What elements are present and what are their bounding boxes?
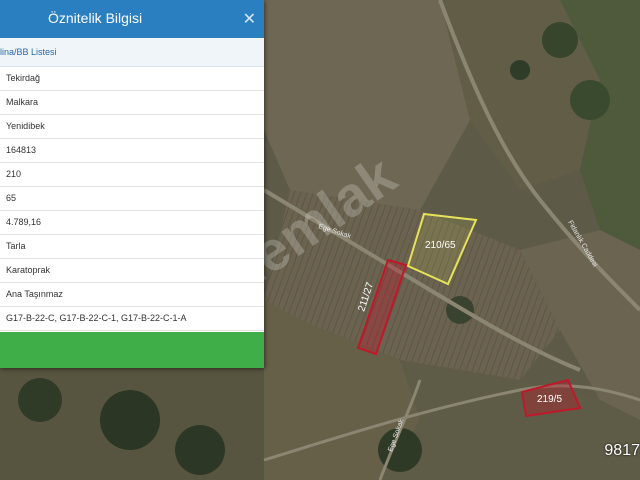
- attribute-value: 210: [6, 169, 22, 179]
- attribute-row: Tekirdağ: [0, 67, 264, 91]
- subheader-label: lina/BB Listesi: [0, 47, 57, 57]
- attribute-value: 164813: [6, 145, 37, 155]
- attribute-row: 4.789,16: [0, 211, 264, 235]
- parcel-label: 210/65: [425, 240, 456, 251]
- tree-cluster: [510, 60, 530, 80]
- attribute-value: 65: [6, 193, 17, 203]
- parcel-label: 219/5: [537, 394, 562, 405]
- attribute-value: Tarla: [6, 241, 26, 251]
- attribute-panel: Öznitelik Bilgisi ✕ lina/BB Listesi Teki…: [0, 0, 264, 368]
- attribute-value: G17-B-22-C, G17-B-22-C-1, G17-B-22-C-1-A: [6, 313, 187, 323]
- attribute-value: Yenidibek: [6, 121, 45, 131]
- attribute-row: 164813: [0, 139, 264, 163]
- panel-title: Öznitelik Bilgisi: [48, 10, 143, 26]
- panel-footer: [0, 332, 264, 368]
- attribute-row: Karatoprak: [0, 259, 264, 283]
- attribute-row: G17-B-22-C, G17-B-22-C-1, G17-B-22-C-1-A: [0, 307, 264, 331]
- tree-cluster: [100, 390, 160, 450]
- attribute-value: Malkara: [6, 97, 39, 107]
- attribute-value: Karatoprak: [6, 265, 51, 275]
- corner-id-text: 9817: [604, 442, 640, 459]
- attribute-row: Ana Taşınmaz: [0, 283, 264, 307]
- attribute-row: 65: [0, 187, 264, 211]
- tree-cluster: [570, 80, 610, 120]
- attribute-value: Ana Taşınmaz: [6, 289, 63, 299]
- panel-header: Öznitelik Bilgisi ✕: [0, 0, 264, 38]
- attribute-row: Yenidibek: [0, 115, 264, 139]
- attribute-row: Tarla: [0, 235, 264, 259]
- attribute-value: 4.789,16: [6, 217, 42, 227]
- panel-subheader[interactable]: lina/BB Listesi: [0, 38, 264, 67]
- attribute-value: Tekirdağ: [6, 73, 41, 83]
- close-icon[interactable]: ✕: [243, 9, 256, 29]
- attribute-row: 210: [0, 163, 264, 187]
- attribute-row: Malkara: [0, 91, 264, 115]
- tree-cluster: [542, 22, 578, 58]
- tree-cluster: [18, 378, 62, 422]
- tree-cluster: [175, 425, 225, 475]
